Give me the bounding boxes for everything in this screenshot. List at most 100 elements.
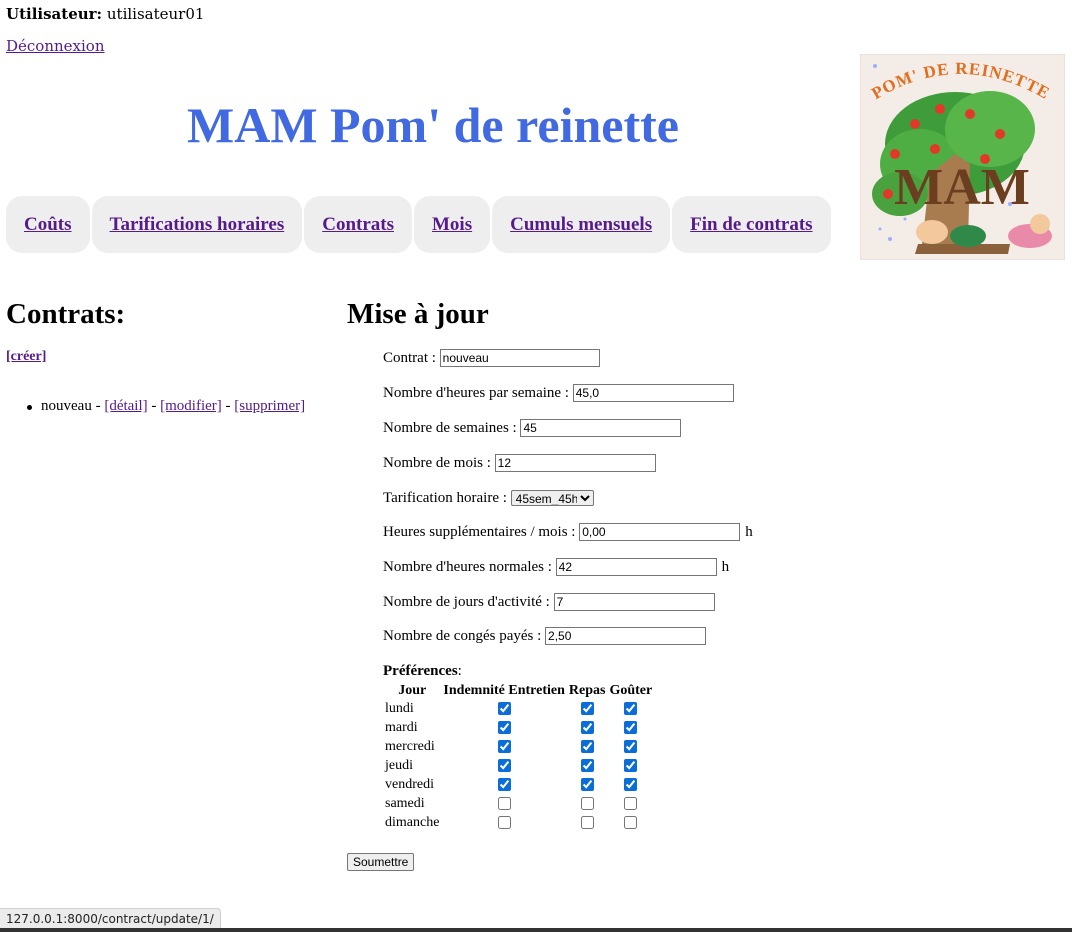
paid-leave-label: Nombre de congés payés : (383, 627, 546, 644)
months-input[interactable] (494, 454, 656, 472)
indemnite-cell (441, 756, 566, 775)
field-weeks: Nombre de semaines : (383, 418, 682, 438)
create-contract-link[interactable]: [créer] (6, 349, 46, 365)
indemnite-checkbox[interactable] (497, 796, 511, 810)
field-extra-hours: Heures supplémentaires / mois : h (383, 522, 753, 542)
day-label: dimanche (385, 814, 440, 830)
preferences-row-samedi: samedi (383, 794, 654, 813)
field-hours-per-week: Nombre d'heures par semaine : (383, 383, 734, 403)
contract-label: Contrat : (383, 349, 440, 366)
contract-input[interactable] (439, 349, 600, 367)
repas-cell (567, 718, 608, 737)
field-hourly-rate: Tarification horaire : 45sem_45h (383, 488, 594, 508)
repas-checkbox[interactable] (580, 815, 594, 829)
contract-list: nouveau - [détail] - [modifier] - [suppr… (26, 398, 305, 415)
logo-monogram: MAM (894, 159, 1030, 216)
indemnite-cell (441, 794, 566, 813)
hours-per-week-input[interactable] (572, 384, 734, 402)
main-nav: Coûts Tarifications horaires Contrats Mo… (6, 196, 831, 253)
nav-link-contrats[interactable]: Contrats (322, 214, 394, 236)
repas-checkbox[interactable] (580, 720, 594, 734)
field-contract: Contrat : (383, 348, 600, 368)
preferences-row-jeudi: jeudi (383, 756, 654, 775)
nav-item-contrats: Contrats (304, 196, 412, 253)
day-label: lundi (385, 700, 414, 716)
preferences-label: Préférences (383, 663, 458, 679)
column-header-gouter: Goûter (609, 682, 653, 698)
contract-detail-link[interactable]: [détail] (104, 398, 147, 414)
preferences-colon: : (457, 663, 462, 679)
nav-link-cumuls[interactable]: Cumuls mensuels (510, 214, 652, 236)
activity-days-input[interactable] (553, 593, 715, 611)
site-title: MAM Pom' de reinette (187, 97, 679, 153)
contracts-title: Contrats: (6, 298, 126, 330)
day-label: samedi (385, 795, 425, 811)
indemnite-cell (441, 718, 566, 737)
extra-hours-unit: h (745, 523, 753, 540)
user-line: Utilisateur: utilisateur01 (6, 5, 204, 23)
logout-link[interactable]: Déconnexion (6, 37, 104, 55)
gouter-checkbox[interactable] (624, 796, 638, 810)
gouter-cell (607, 794, 654, 813)
submit-button[interactable]: Soumettre (347, 853, 415, 871)
indemnite-checkbox[interactable] (497, 720, 511, 734)
repas-checkbox[interactable] (580, 777, 594, 791)
repas-cell (567, 775, 608, 794)
gouter-checkbox[interactable] (624, 701, 638, 715)
repas-cell (567, 756, 608, 775)
normal-hours-label: Nombre d'heures normales : (383, 558, 556, 575)
repas-checkbox[interactable] (580, 758, 594, 772)
weeks-input[interactable] (520, 419, 682, 437)
repas-checkbox[interactable] (580, 796, 594, 810)
repas-checkbox[interactable] (580, 739, 594, 753)
preferences-heading: Préférences: (383, 663, 462, 680)
contract-delete-link[interactable]: [supprimer] (234, 398, 305, 414)
separator: - (91, 398, 105, 414)
gouter-checkbox[interactable] (624, 815, 638, 829)
gouter-checkbox[interactable] (624, 739, 638, 753)
preferences-body: lundi mardi mercredi jeudi vendredi samedi dim… (383, 699, 654, 832)
gouter-cell (607, 756, 654, 775)
preferences-row-lundi: lundi (383, 699, 654, 718)
months-label: Nombre de mois : (383, 454, 495, 471)
hourly-rate-select[interactable]: 45sem_45h (510, 490, 594, 506)
indemnite-cell (441, 813, 566, 832)
weeks-label: Nombre de semaines : (383, 419, 521, 436)
preferences-row-vendredi: vendredi (383, 775, 654, 794)
repas-cell (567, 737, 608, 756)
nav-link-mois[interactable]: Mois (432, 214, 472, 236)
day-label: mardi (385, 719, 418, 735)
indemnite-checkbox[interactable] (497, 815, 511, 829)
indemnite-checkbox[interactable] (497, 777, 511, 791)
contract-list-item: nouveau - [détail] - [modifier] - [suppr… (26, 398, 305, 415)
nav-link-fin-contrats[interactable]: Fin de contrats (690, 214, 812, 236)
hourly-rate-label: Tarification horaire : (383, 489, 511, 506)
column-header-indemnite: Indemnité Entretien (443, 682, 565, 698)
normal-hours-input[interactable] (555, 558, 717, 576)
column-header-day: Jour (398, 682, 427, 698)
indemnite-checkbox[interactable] (497, 758, 511, 772)
indemnite-checkbox[interactable] (497, 739, 511, 753)
nav-link-tarifications[interactable]: Tarifications horaires (110, 214, 285, 236)
gouter-checkbox[interactable] (624, 777, 638, 791)
field-activity-days: Nombre de jours d'activité : (383, 592, 715, 612)
field-normal-hours: Nombre d'heures normales : h (383, 557, 729, 577)
preferences-row-mardi: mardi (383, 718, 654, 737)
update-title: Mise à jour (347, 298, 489, 330)
repas-checkbox[interactable] (580, 701, 594, 715)
gouter-cell (607, 699, 654, 718)
paid-leave-input[interactable] (545, 627, 707, 645)
contract-name: nouveau (41, 398, 92, 414)
preferences-table: Jour Indemnité Entretien Repas Goûter lu… (383, 682, 654, 832)
indemnite-cell (441, 737, 566, 756)
contract-modify-link[interactable]: [modifier] (160, 398, 222, 414)
gouter-checkbox[interactable] (624, 758, 638, 772)
gouter-cell (607, 775, 654, 794)
repas-cell (567, 813, 608, 832)
gouter-checkbox[interactable] (624, 720, 638, 734)
indemnite-checkbox[interactable] (497, 701, 511, 715)
nav-link-couts[interactable]: Coûts (24, 214, 72, 236)
gouter-cell (607, 718, 654, 737)
extra-hours-input[interactable] (579, 523, 741, 541)
window-bottom-edge (0, 928, 1072, 932)
